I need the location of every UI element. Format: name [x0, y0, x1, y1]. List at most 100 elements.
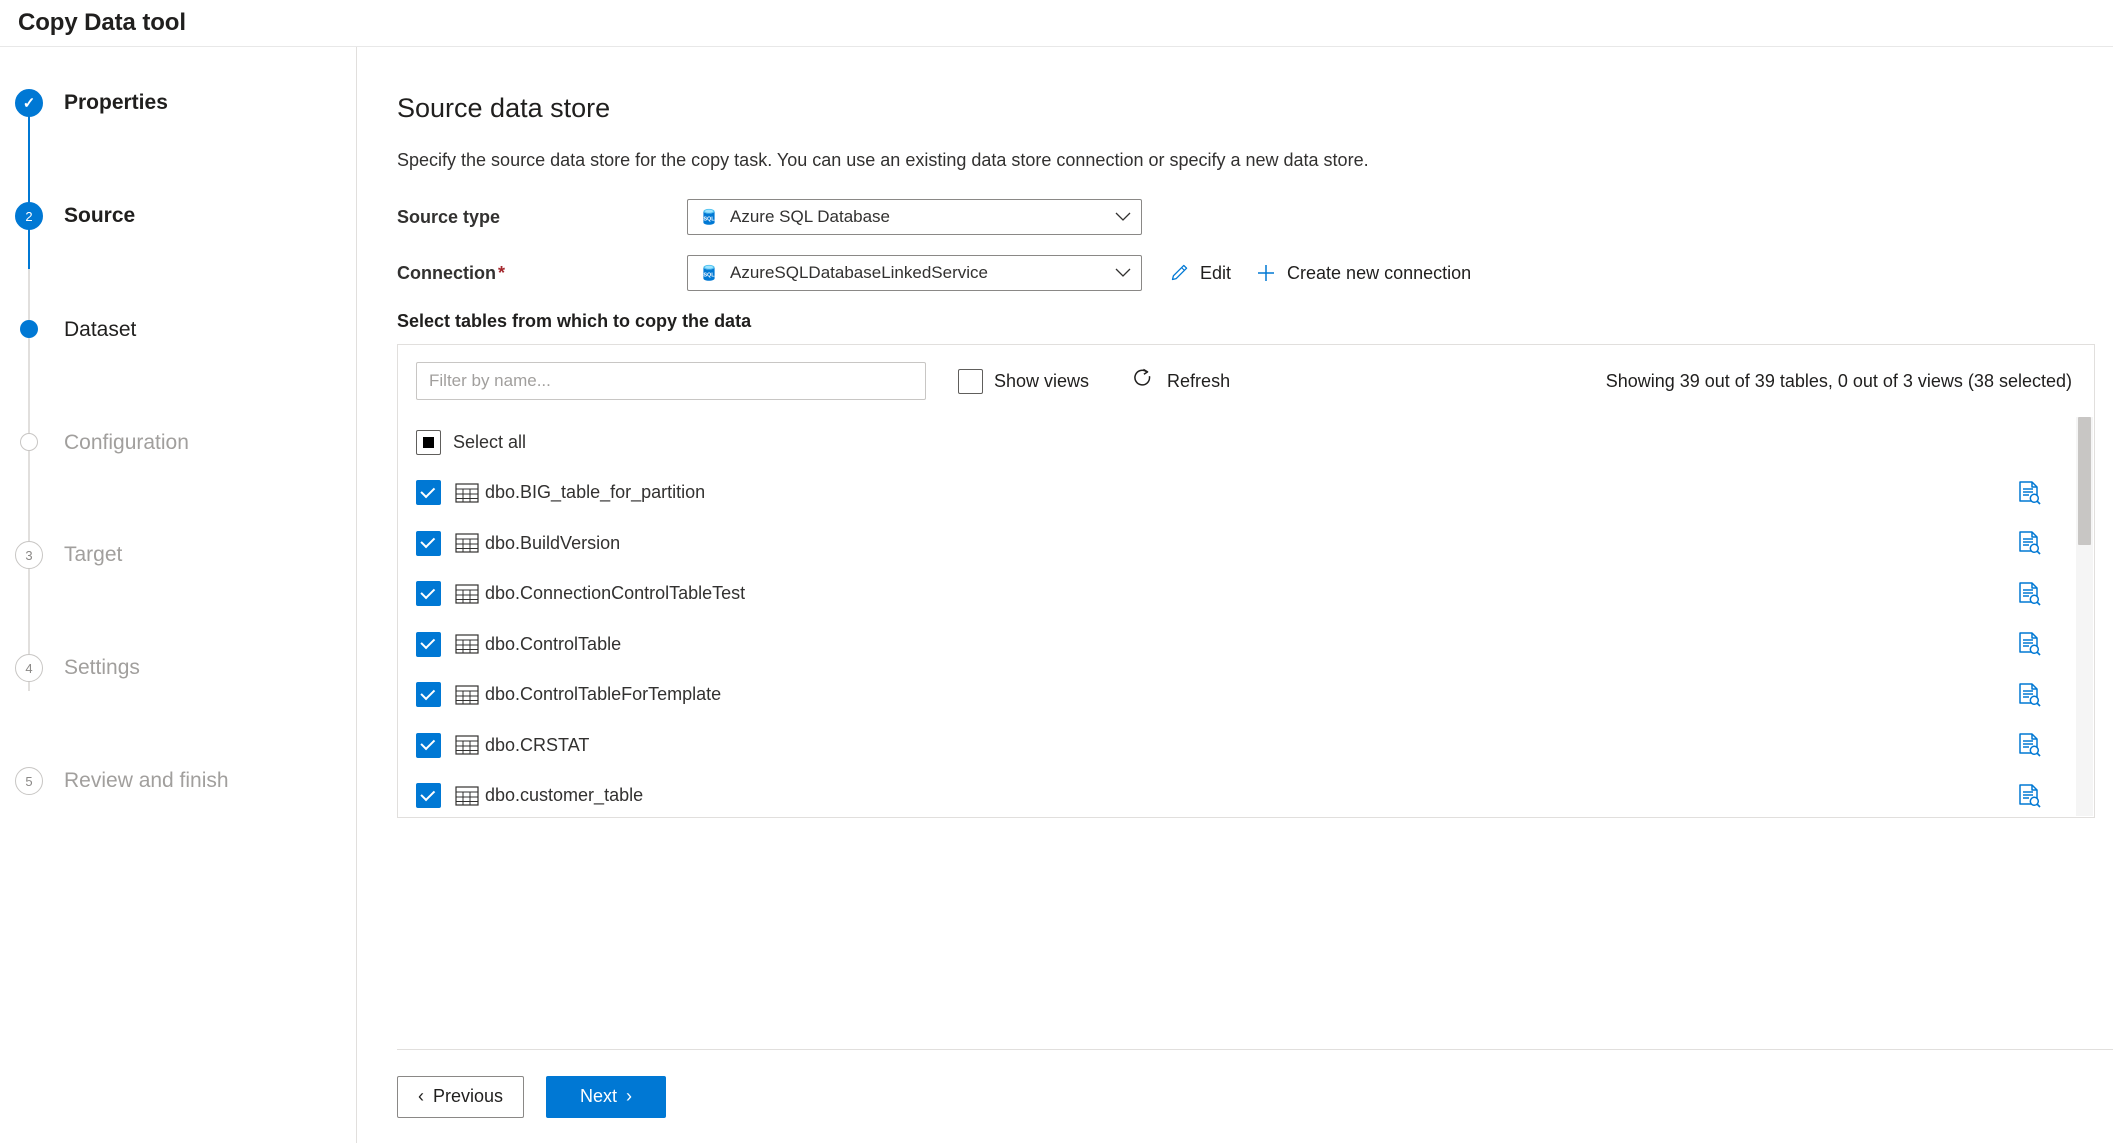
preview-data-icon[interactable]: [2016, 732, 2042, 758]
step-label-configuration: Configuration: [64, 431, 189, 454]
pencil-icon: [1168, 262, 1190, 284]
step-marker-wrap-settings: 4: [8, 654, 50, 682]
table-row[interactable]: dbo.customer_table: [398, 771, 2094, 818]
filter-by-name-input[interactable]: [416, 362, 926, 400]
table-name: dbo.customer_table: [485, 785, 644, 806]
sidebar-item-settings[interactable]: 4 Settings: [0, 654, 356, 767]
scrollbar-thumb[interactable]: [2078, 417, 2091, 545]
step-number-target: 3: [25, 547, 33, 563]
step-number-badge: 4: [15, 654, 43, 682]
wizard-footer: ‹ Previous Next ›: [397, 1049, 2113, 1143]
refresh-label: Refresh: [1167, 370, 1231, 391]
table-count-status: Showing 39 out of 39 tables, 0 out of 3 …: [1605, 370, 2072, 391]
chevron-down-icon: [1109, 209, 1131, 226]
plus-icon: [1255, 262, 1277, 284]
previous-button-label: Previous: [433, 1086, 504, 1106]
sidebar-item-configuration[interactable]: Configuration: [0, 428, 356, 541]
chevron-right-icon: ›: [626, 1086, 633, 1106]
connection-dropdown[interactable]: SQL AzureSQLDatabaseLinkedService: [687, 255, 1142, 291]
page-description: Specify the source data store for the co…: [397, 150, 1369, 170]
window-titlebar: Copy Data tool: [0, 0, 2113, 46]
next-button[interactable]: Next ›: [546, 1075, 667, 1118]
table-row[interactable]: dbo.BuildVersion: [398, 518, 2094, 569]
table-name: dbo.BIG_table_for_partition: [485, 482, 706, 503]
svg-text:SQL: SQL: [703, 217, 715, 223]
select-all-row[interactable]: Select all: [398, 417, 2094, 468]
edit-connection-button[interactable]: Edit: [1168, 262, 1231, 284]
refresh-button[interactable]: Refresh: [1131, 367, 1230, 396]
chevron-down-icon: [1109, 265, 1131, 282]
select-all-label: Select all: [453, 431, 527, 452]
sidebar-item-source[interactable]: 2 Source: [0, 202, 356, 315]
step-number-settings: 4: [25, 660, 33, 676]
connection-label: Connection *: [397, 263, 687, 284]
step-number-badge: 3: [15, 541, 43, 569]
table-row[interactable]: dbo.CRSTAT: [398, 720, 2094, 771]
svg-text:SQL: SQL: [703, 273, 715, 279]
source-type-dropdown[interactable]: SQL Azure SQL Database: [687, 199, 1142, 235]
previous-button[interactable]: ‹ Previous: [397, 1075, 525, 1118]
step-marker-wrap-review: 5: [8, 767, 50, 795]
row-checkbox[interactable]: [416, 581, 441, 607]
sidebar-item-review-and-finish[interactable]: 5 Review and finish: [0, 767, 356, 880]
preview-data-icon[interactable]: [2016, 480, 2042, 506]
table-row[interactable]: dbo.ConnectionControlTableTest: [398, 569, 2094, 620]
step-label-target: Target: [64, 543, 123, 566]
step-marker-wrap-properties: ✓: [8, 89, 50, 117]
preview-data-icon[interactable]: [2016, 783, 2042, 809]
table-row[interactable]: dbo.BIG_table_for_partition: [398, 468, 2094, 519]
table-list-scrollbar[interactable]: [2076, 417, 2093, 816]
row-checkbox[interactable]: [416, 480, 441, 506]
connection-row: Connection * SQL AzureSQLDatabaseLinkedSe…: [397, 255, 2095, 291]
table-grid-icon: [455, 483, 479, 503]
row-checkbox[interactable]: [416, 783, 441, 809]
table-picker-toolbar: Show views Refresh Showing 39 out of 39 …: [398, 345, 2094, 417]
table-grid-icon: [455, 685, 479, 705]
wizard-shell: ✓ Properties 2 Source Dataset Configurat…: [0, 46, 2113, 1143]
row-checkbox[interactable]: [416, 682, 441, 708]
step-check-icon: ✓: [15, 89, 43, 117]
table-name: dbo.BuildVersion: [485, 532, 621, 553]
chevron-left-icon: ‹: [418, 1086, 424, 1106]
sidebar-item-dataset[interactable]: Dataset: [0, 315, 356, 428]
wizard-step-rail: ✓ Properties 2 Source Dataset Configurat…: [0, 47, 357, 1143]
table-row[interactable]: dbo.ControlTableForTemplate: [398, 670, 2094, 721]
table-grid-icon: [455, 735, 479, 755]
step-number-badge: 5: [15, 767, 43, 795]
azure-sql-database-icon: SQL: [698, 262, 720, 284]
step-label-properties: Properties: [64, 91, 168, 114]
table-grid-icon: [455, 533, 479, 553]
table-name: dbo.ControlTable: [485, 633, 622, 654]
row-checkbox[interactable]: [416, 631, 441, 657]
show-views-label: Show views: [994, 370, 1090, 391]
connection-value: AzureSQLDatabaseLinkedService: [730, 263, 988, 282]
step-marker-wrap-target: 3: [8, 541, 50, 569]
row-checkbox[interactable]: [416, 732, 441, 758]
source-type-row: Source type SQL Azure SQL Database: [397, 199, 2095, 235]
preview-data-icon[interactable]: [2016, 530, 2042, 556]
required-asterisk: *: [498, 262, 506, 283]
preview-data-icon[interactable]: [2016, 682, 2042, 708]
preview-data-icon[interactable]: [2016, 581, 2042, 607]
sidebar-item-target[interactable]: 3 Target: [0, 541, 356, 654]
table-picker: Show views Refresh Showing 39 out of 39 …: [397, 344, 2095, 818]
sidebar-item-properties[interactable]: ✓ Properties: [0, 89, 356, 202]
create-new-connection-button[interactable]: Create new connection: [1255, 262, 1471, 284]
table-name: dbo.ControlTableForTemplate: [485, 684, 722, 705]
create-new-connection-label: Create new connection: [1287, 262, 1472, 283]
preview-data-icon[interactable]: [2016, 631, 2042, 657]
table-list[interactable]: Select all dbo.BIG_table_for_partition d…: [398, 417, 2094, 817]
row-checkbox[interactable]: [416, 530, 441, 556]
connection-label-text: Connection: [397, 262, 496, 283]
step-label-source: Source: [64, 204, 136, 227]
content-body: Source data store Specify the source dat…: [397, 47, 2113, 818]
source-type-label: Source type: [397, 206, 501, 227]
table-row[interactable]: dbo.ControlTable: [398, 619, 2094, 670]
show-views-checkbox[interactable]: Show views: [958, 368, 1090, 394]
source-type-value: Azure SQL Database: [730, 207, 891, 226]
select-all-checkbox[interactable]: [416, 429, 441, 455]
step-marker-wrap-source: 2: [8, 202, 50, 230]
table-grid-icon: [455, 634, 479, 654]
step-dot-icon: [20, 320, 38, 338]
step-label-settings: Settings: [64, 656, 140, 679]
